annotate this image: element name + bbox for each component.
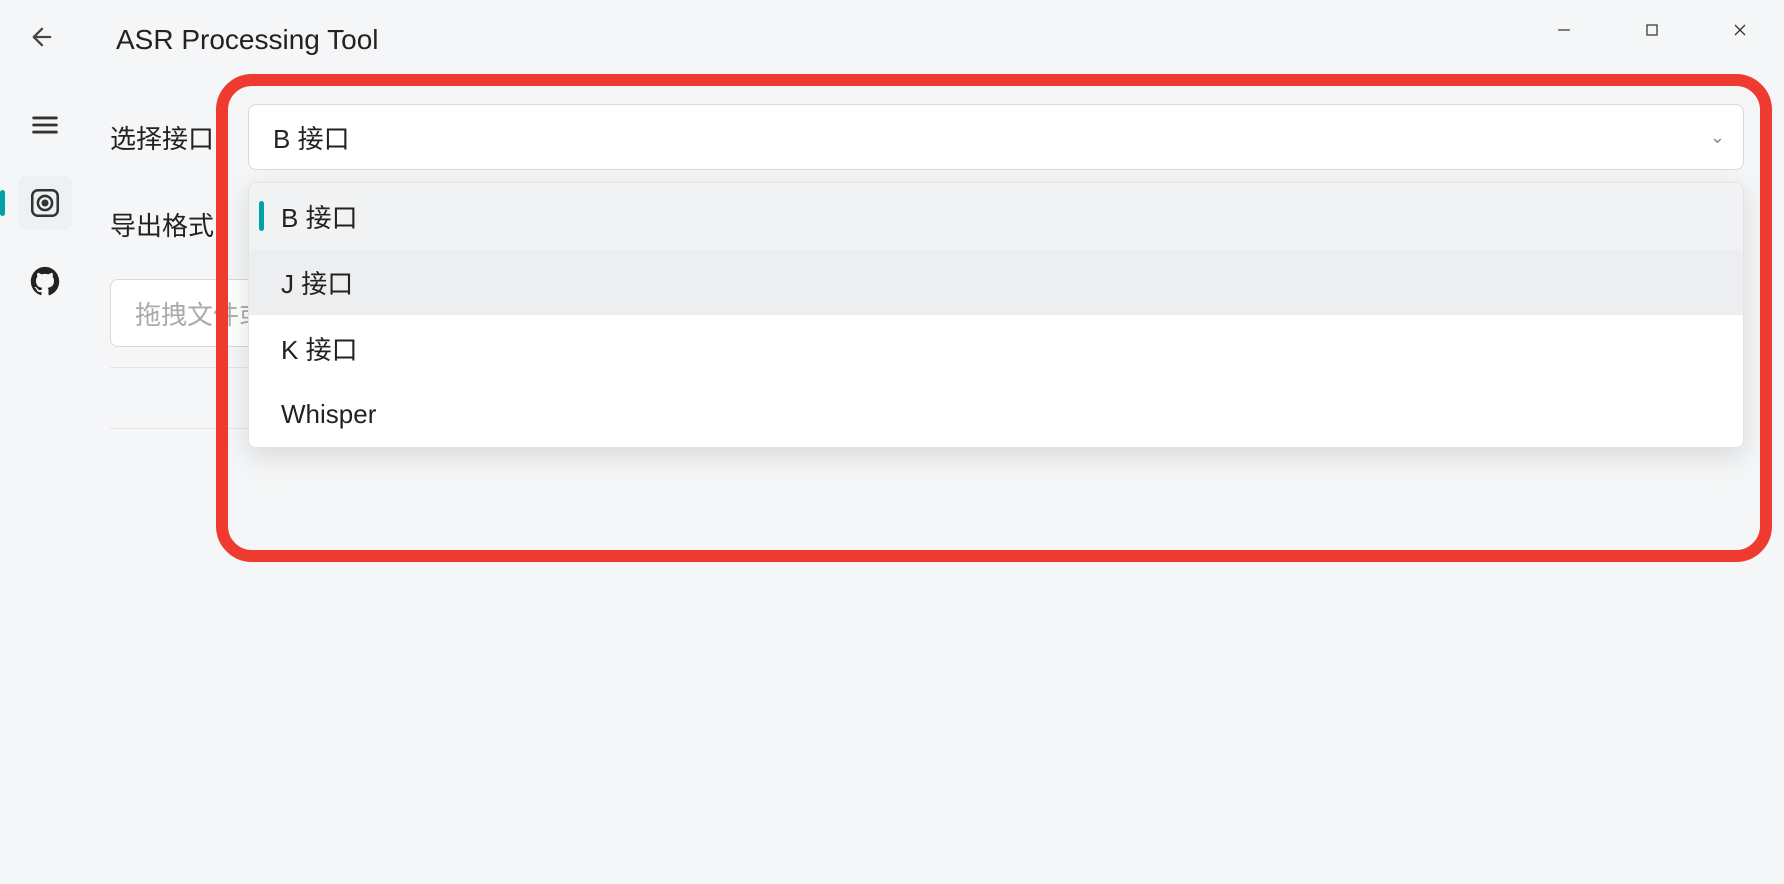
- label-interface: 选择接口: [110, 119, 230, 156]
- sidebar-item-asr-tool[interactable]: [18, 176, 72, 230]
- close-button[interactable]: [1696, 0, 1784, 60]
- sidebar-item-github[interactable]: [18, 254, 72, 308]
- dropdown-option-j[interactable]: J 接口: [249, 249, 1743, 315]
- select-interface-value: B 接口: [273, 119, 350, 156]
- dropdown-option-whisper[interactable]: Whisper: [249, 381, 1743, 447]
- menu-toggle[interactable]: [18, 98, 72, 152]
- chevron-down-icon: ⌄: [1710, 127, 1725, 148]
- main-content: 选择接口 B 接口 ⌄ B 接口 J 接口 K 接口: [90, 80, 1784, 884]
- titlebar: ASR Processing Tool: [0, 0, 1784, 80]
- dropdown-option-b[interactable]: B 接口: [249, 183, 1743, 249]
- app-title: ASR Processing Tool: [116, 24, 379, 56]
- back-button[interactable]: [28, 23, 56, 58]
- label-export-format: 导出格式: [110, 206, 230, 243]
- maximize-button[interactable]: [1608, 0, 1696, 60]
- dropdown-option-k[interactable]: K 接口: [249, 315, 1743, 381]
- minimize-button[interactable]: [1520, 0, 1608, 60]
- sidebar: [0, 80, 90, 884]
- dropdown-interface: B 接口 J 接口 K 接口 Whisper: [248, 182, 1744, 448]
- select-interface[interactable]: B 接口 ⌄: [248, 104, 1744, 170]
- window-controls: [1520, 0, 1784, 60]
- row-interface: 选择接口 B 接口 ⌄ B 接口 J 接口 K 接口: [110, 104, 1784, 170]
- dropzone-placeholder: 拖拽文件或: [135, 295, 265, 332]
